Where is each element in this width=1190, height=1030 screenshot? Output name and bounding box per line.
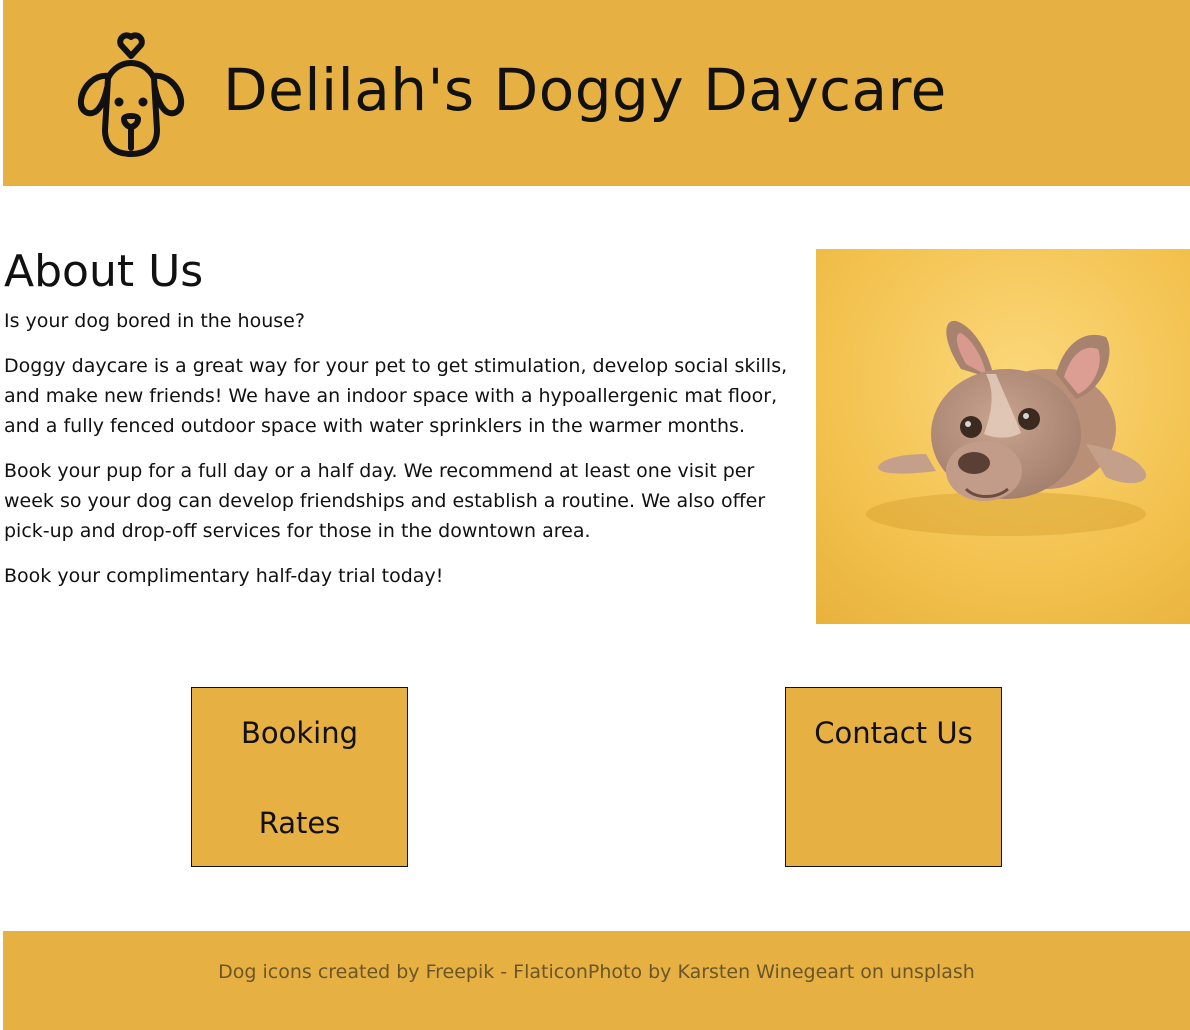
about-heading: About Us: [4, 246, 204, 297]
about-cta: Book your complimentary half-day trial t…: [4, 565, 444, 587]
about-paragraph: Doggy daycare is a great way for your pe…: [4, 355, 788, 437]
booking-rates-button[interactable]: Booking Rates: [191, 687, 408, 867]
site-footer: Dog icons created by Freepik - FlaticonP…: [3, 931, 1190, 1030]
about-intro: Is your dog bored in the house?: [4, 310, 305, 332]
rates-label: Rates: [258, 806, 341, 840]
site-title: Delilah's Doggy Daycare: [223, 56, 947, 124]
footer-credit: Dog icons created by Freepik - FlaticonP…: [218, 961, 975, 983]
contact-us-button[interactable]: Contact Us: [785, 687, 1002, 867]
puppy-photo: [816, 249, 1190, 624]
booking-label: Booking: [240, 716, 359, 750]
site-header: Delilah's Doggy Daycare: [3, 0, 1190, 186]
about-paragraph: Book your pup for a full day or a half d…: [4, 460, 766, 542]
dog-face-icon: [77, 32, 185, 157]
contact-us-label: Contact Us: [814, 716, 973, 750]
about-section: About Us Is your dog bored in the house?…: [4, 246, 794, 606]
